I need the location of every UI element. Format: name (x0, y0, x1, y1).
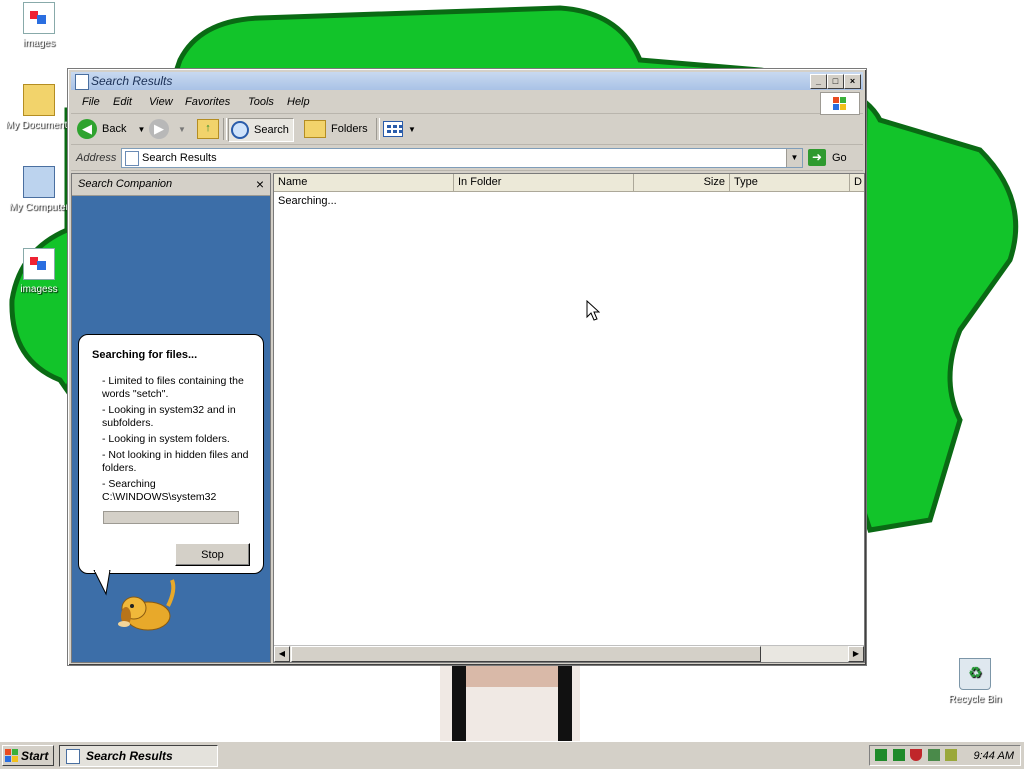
magnifier-icon (231, 121, 249, 139)
desktop-icon-recycle-bin[interactable]: ♻ Recycle Bin (936, 658, 1014, 705)
scroll-thumb[interactable] (291, 646, 761, 662)
stop-button[interactable]: Stop (175, 543, 250, 566)
network-connection-icon[interactable] (928, 749, 940, 761)
search-results-window: Search Results _ □ × File Edit View Favo… (67, 68, 867, 666)
forward-arrow-icon: ▶ (149, 119, 169, 139)
clock: 9:44 AM (973, 750, 1014, 762)
search-results-icon (66, 748, 80, 764)
rover-dog-icon (118, 579, 176, 631)
views-button[interactable]: ▼ (383, 118, 416, 140)
folders-button[interactable]: Folders (304, 118, 368, 140)
maximize-button[interactable]: □ (827, 74, 844, 89)
search-criteria-line: - Limited to files containing the words … (102, 375, 244, 400)
taskbar: Start Search Results 9:44 AM (0, 741, 1024, 769)
address-bar: Address Search Results ▼ ➜ Go (71, 146, 863, 171)
views-dropdown-icon[interactable]: ▼ (408, 125, 416, 134)
menu-favorites[interactable]: Favorites (185, 96, 230, 108)
back-dropdown-icon[interactable]: ▼ (137, 125, 145, 134)
search-companion-header: Search Companion × (72, 174, 270, 196)
address-value: Search Results (142, 152, 217, 164)
up-folder-icon: ↑ (197, 119, 219, 139)
column-header-in-folder[interactable]: In Folder (454, 174, 634, 191)
my-computer-icon (23, 166, 55, 198)
back-button[interactable]: ◀ Back ▼ (77, 118, 145, 140)
scroll-left-button[interactable]: ◀ (274, 646, 290, 662)
balloon-heading: Searching for files... (92, 349, 198, 361)
search-companion-pane: Search Companion × Searching for files..… (71, 173, 271, 663)
network-icon[interactable] (893, 749, 905, 761)
views-icon (383, 121, 403, 137)
search-criteria-line: - Not looking in hidden files and folder… (102, 449, 249, 474)
title-bar[interactable]: Search Results _ □ × (71, 72, 863, 90)
window-icon (75, 74, 89, 90)
column-header-row: Name In Folder Size Type D (274, 174, 864, 192)
image-file-icon (23, 2, 55, 34)
search-criteria-line: - Looking in system32 and in subfolders. (102, 404, 236, 429)
minimize-button[interactable]: _ (810, 74, 827, 89)
taskbar-item-search-results[interactable]: Search Results (59, 745, 218, 767)
up-folder-button[interactable]: ↑ (197, 118, 219, 140)
toolbar-separator (376, 118, 380, 140)
go-arrow-icon: ➜ (808, 149, 826, 166)
horizontal-scrollbar[interactable]: ◀ ▶ (274, 645, 864, 662)
search-criteria-line: - Searching C:\WINDOWS\system32 (102, 478, 217, 503)
column-header-type[interactable]: Type (730, 174, 850, 191)
search-companion-title: Search Companion (78, 178, 173, 190)
scroll-right-button[interactable]: ▶ (848, 646, 864, 662)
forward-button[interactable]: ▶ ▼ (149, 118, 186, 140)
system-tray: 9:44 AM (869, 745, 1021, 766)
tray-app-icon[interactable] (945, 749, 957, 761)
menu-view[interactable]: View (149, 96, 173, 108)
search-status-balloon: Searching for files... - Limited to file… (78, 334, 264, 574)
column-header-name[interactable]: Name (274, 174, 454, 191)
toolbar-separator (223, 118, 227, 140)
windows-logo-icon (820, 92, 860, 115)
security-shield-icon[interactable] (910, 749, 922, 761)
menu-bar: File Edit View Favorites Tools Help (71, 91, 863, 115)
window-title: Search Results (91, 74, 173, 88)
start-button[interactable]: Start (2, 745, 54, 766)
searching-status: Searching... (278, 195, 337, 207)
menu-help[interactable]: Help (287, 96, 310, 108)
address-field[interactable]: Search Results ▼ (121, 148, 803, 168)
results-list[interactable]: Name In Folder Size Type D Searching... … (273, 173, 865, 663)
address-label: Address (76, 152, 117, 164)
search-button[interactable]: Search (228, 118, 294, 142)
search-results-icon (125, 151, 139, 166)
mouse-pointer-icon (586, 300, 600, 321)
menu-tools[interactable]: Tools (248, 96, 274, 108)
menu-file[interactable]: File (82, 96, 100, 108)
close-pane-icon[interactable]: × (256, 176, 264, 192)
image-file-icon (23, 248, 55, 280)
forward-dropdown-icon[interactable]: ▼ (178, 125, 186, 134)
my-documents-icon (23, 84, 55, 116)
standard-toolbar: ◀ Back ▼ ▶ ▼ ↑ Search Folders ▼ (71, 114, 863, 145)
network-icon[interactable] (875, 749, 887, 761)
go-button[interactable]: ➜ Go (808, 149, 847, 166)
windows-flag-icon (5, 749, 18, 762)
address-dropdown-button[interactable]: ▼ (786, 149, 802, 167)
recycle-bin-icon: ♻ (959, 658, 991, 690)
column-header-date[interactable]: D (850, 174, 864, 191)
back-arrow-icon: ◀ (77, 119, 97, 139)
desktop-icon-images[interactable]: images (0, 2, 78, 49)
folder-icon (304, 120, 326, 138)
close-button[interactable]: × (844, 74, 861, 89)
column-header-size[interactable]: Size (634, 174, 730, 191)
menu-edit[interactable]: Edit (113, 96, 132, 108)
search-progress-bar (103, 511, 239, 524)
search-criteria-line: - Looking in system folders. (102, 433, 230, 445)
